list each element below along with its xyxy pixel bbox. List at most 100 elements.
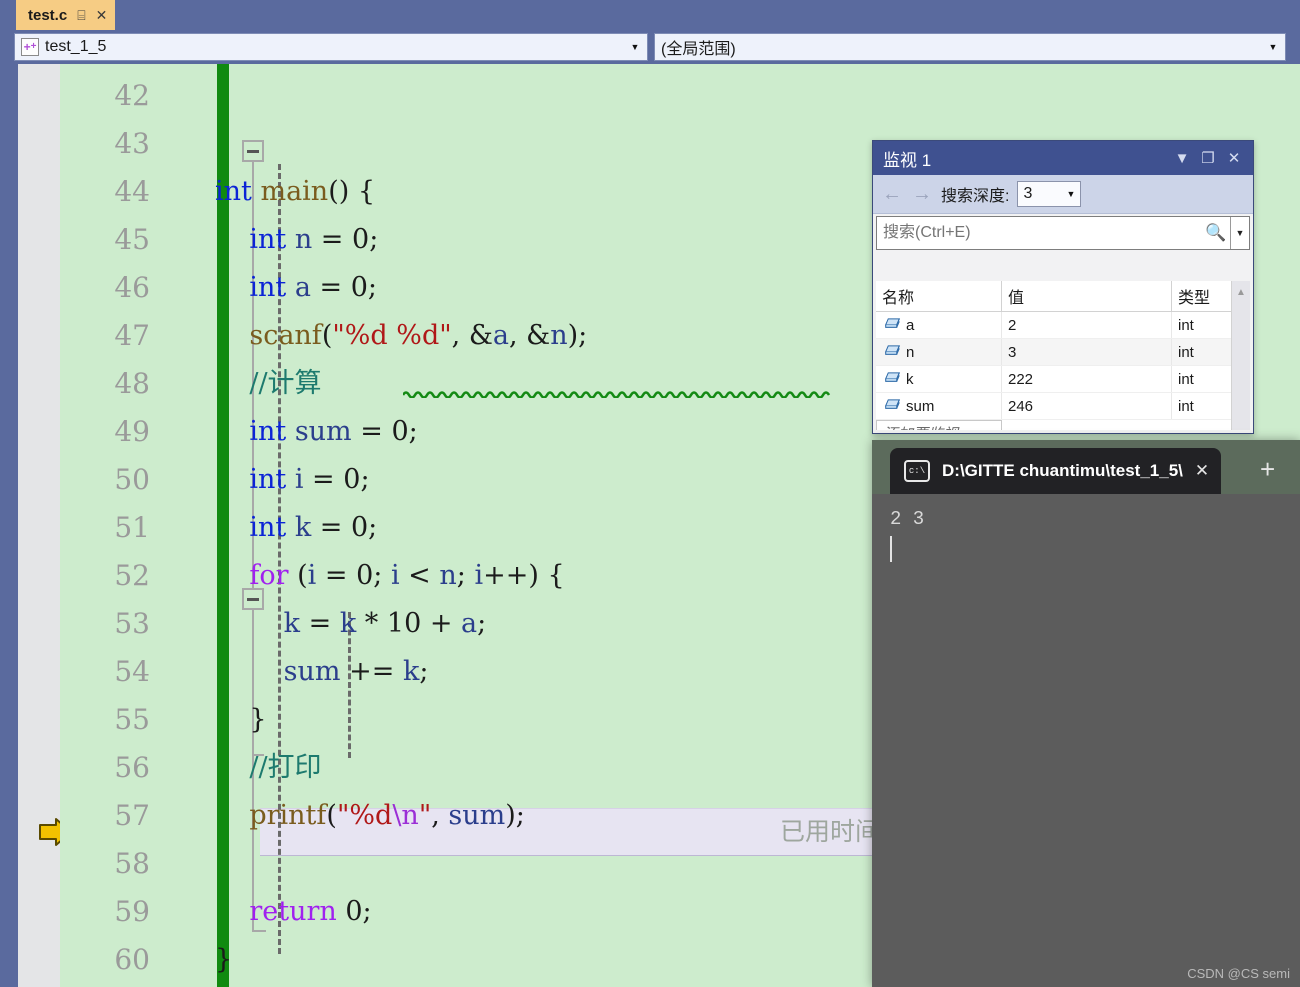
line-number: 44 <box>114 175 150 208</box>
variable-name-text: k <box>906 370 914 388</box>
navigation-bar: + + test_1_5 ▼ (全局范围) ▼ <box>0 30 1300 64</box>
close-icon[interactable]: ✕ <box>96 8 108 22</box>
variable-icon <box>884 345 901 355</box>
back-arrow-icon[interactable]: ← <box>881 183 903 206</box>
chevron-down-icon[interactable]: ▼ <box>627 42 643 52</box>
line-number: 56 <box>114 751 150 784</box>
line-number: 43 <box>114 127 150 160</box>
watch-variable-type: int <box>1178 370 1194 388</box>
code-line[interactable]: int a = 0; <box>215 264 377 312</box>
elapsed-time-label: 已用时间 <box>780 818 881 846</box>
watch-vertical-scrollbar[interactable]: ▲ <box>1231 281 1250 430</box>
line-number: 46 <box>114 271 150 304</box>
line-number: 52 <box>114 559 150 592</box>
watch-table-header: 名称 值 类型 <box>876 281 1250 312</box>
line-number: 60 <box>114 943 150 976</box>
console-window[interactable]: c:\ D:\GITTE chuantimu\test_1_5\ ✕ + 2 3… <box>872 440 1300 987</box>
watch-row[interactable]: n 3 int <box>876 339 1250 366</box>
breakpoint-gutter[interactable] <box>18 64 72 987</box>
console-output-line: 2 3 <box>890 508 925 530</box>
code-line[interactable]: int main() { <box>215 168 375 216</box>
variable-name-text: n <box>906 343 915 361</box>
code-line[interactable]: return 0; <box>215 888 371 936</box>
watch-variable-type: int <box>1178 397 1194 415</box>
watch-variable-value[interactable]: 222 <box>1002 366 1172 392</box>
line-number: 58 <box>114 847 150 880</box>
fold-box-main[interactable] <box>242 140 264 162</box>
pin-icon[interactable]: ⌸ <box>77 8 85 22</box>
code-line[interactable]: for (i = 0; i < n; i++) { <box>215 552 564 600</box>
tab-test-c[interactable]: test.c ⌸ ✕ <box>16 0 116 30</box>
watch-search-bar[interactable]: 🔍 ▼ <box>876 216 1250 250</box>
code-line[interactable]: } <box>215 936 232 984</box>
maximize-icon[interactable]: ❐ <box>1195 145 1221 171</box>
watch-table[interactable]: 名称 值 类型 a 2 int n 3 int k 222 int sum 246 int 添加要监视… <box>876 281 1250 430</box>
chevron-down-icon[interactable]: ▼ <box>1230 217 1249 249</box>
line-number: 59 <box>114 895 150 928</box>
code-line[interactable]: //计算 <box>215 360 321 408</box>
chevron-down-icon[interactable]: ▼ <box>1169 145 1195 171</box>
add-watch-row[interactable]: 添加要监视.. <box>876 420 1250 430</box>
column-header-type: 类型 <box>1178 290 1211 307</box>
watch-variable-name: a <box>876 312 1002 338</box>
search-depth-value: 3 <box>1023 185 1033 202</box>
scroll-up-icon[interactable]: ▲ <box>1232 287 1250 298</box>
line-number: 54 <box>114 655 150 688</box>
search-depth-label: 搜索深度: <box>941 188 1010 205</box>
watch-row[interactable]: sum 246 int <box>876 393 1250 420</box>
close-icon[interactable]: ✕ <box>1195 461 1209 481</box>
watch-row[interactable]: k 222 int <box>876 366 1250 393</box>
search-depth-dropdown[interactable]: 3 ▼ <box>1017 181 1082 207</box>
error-squiggle-icon <box>403 391 831 398</box>
watch-variable-value[interactable]: 246 <box>1002 393 1172 419</box>
search-input[interactable] <box>877 223 1202 243</box>
global-scope-dropdown[interactable]: (全局范围) ▼ <box>654 33 1286 61</box>
line-number: 51 <box>114 511 150 544</box>
chevron-down-icon[interactable]: ▼ <box>1265 42 1281 52</box>
editor-tab-strip: test.c ⌸ ✕ <box>0 0 1300 30</box>
console-tab[interactable]: c:\ D:\GITTE chuantimu\test_1_5\ ✕ <box>890 448 1222 494</box>
console-output-area[interactable]: 2 3 CSDN @CS semi <box>872 494 1300 987</box>
code-line[interactable]: int k = 0; <box>215 504 377 552</box>
code-line[interactable]: int i = 0; <box>215 456 369 504</box>
watch-row[interactable]: a 2 int <box>876 312 1250 339</box>
line-number: 45 <box>114 223 150 256</box>
watch-title: 监视 1 <box>883 150 932 170</box>
member-scope-dropdown[interactable]: + + test_1_5 ▼ <box>14 33 648 61</box>
variable-name-text: a <box>906 316 915 334</box>
add-watch-placeholder: 添加要监视.. <box>876 420 1002 430</box>
watch-variable-type: int <box>1178 316 1194 334</box>
code-line[interactable]: int n = 0; <box>215 216 378 264</box>
watermark: CSDN @CS semi <box>1187 966 1290 981</box>
line-number: 55 <box>114 703 150 736</box>
member-scope-value: test_1_5 <box>45 38 107 55</box>
code-line[interactable]: int sum = 0; <box>215 408 417 456</box>
plus-icon[interactable]: + <box>1260 456 1275 482</box>
code-line[interactable]: printf("%d\n", sum); <box>215 792 525 840</box>
line-number: 47 <box>114 319 150 352</box>
console-tab-bar: c:\ D:\GITTE chuantimu\test_1_5\ ✕ + <box>872 440 1300 494</box>
code-line[interactable]: k = k * 10 + a; <box>215 600 487 648</box>
console-caret <box>890 536 892 562</box>
chevron-down-icon[interactable]: ▼ <box>1067 189 1076 199</box>
line-number: 48 <box>114 367 150 400</box>
variable-icon <box>884 318 901 328</box>
code-line[interactable]: scanf("%d %d", &a, &n); <box>215 312 587 360</box>
cmd-prompt-icon: c:\ <box>904 460 930 482</box>
search-icon[interactable]: 🔍 <box>1202 223 1230 243</box>
tab-label: test.c <box>28 6 68 24</box>
watch-window[interactable]: 监视 1 ▼ ❐ ✕ ← → 搜索深度: 3 ▼ 🔍 ▼ 名称 值 类型 a2i… <box>872 140 1254 434</box>
watch-variable-value[interactable]: 3 <box>1002 339 1172 365</box>
watch-variable-value[interactable]: 2 <box>1002 312 1172 338</box>
code-line[interactable]: sum += k; <box>215 648 429 696</box>
forward-arrow-icon[interactable]: → <box>911 183 933 206</box>
variable-icon <box>884 372 901 382</box>
close-icon[interactable]: ✕ <box>1221 145 1247 171</box>
line-number: 57 <box>114 799 150 832</box>
watch-variable-name: sum <box>876 393 1002 419</box>
code-line[interactable]: } <box>215 696 266 744</box>
console-tab-title: D:\GITTE chuantimu\test_1_5\ <box>942 461 1183 480</box>
watch-variable-name: k <box>876 366 1002 392</box>
code-line[interactable]: //打印 <box>215 744 321 792</box>
watch-toolbar: ← → 搜索深度: 3 ▼ <box>873 175 1253 214</box>
